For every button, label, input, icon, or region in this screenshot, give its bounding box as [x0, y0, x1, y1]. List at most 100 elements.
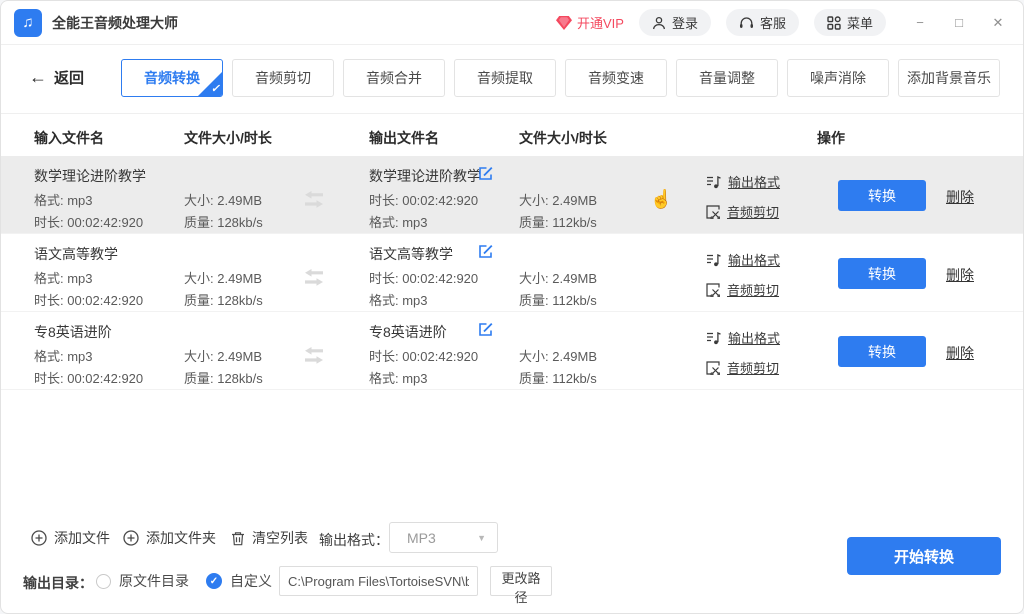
tab-add-bgm[interactable]: 添加背景音乐 [898, 59, 1000, 97]
input-format: 格式: mp3 [34, 346, 93, 365]
customer-service-button[interactable]: 客服 [726, 9, 799, 36]
app-window: ♫ 全能王音频处理大师 开通VIP 登录 [0, 0, 1024, 614]
input-duration: 时长: 00:02:42:920 [34, 368, 143, 387]
input-duration: 时长: 00:02:42:920 [34, 290, 143, 309]
change-path-button[interactable]: 更改路径 [490, 566, 552, 596]
convert-button[interactable]: 转换 [838, 180, 926, 211]
minimize-icon[interactable]: − [913, 15, 927, 30]
audio-cut-link-label: 音频剪切 [727, 202, 779, 221]
table-header: 输入文件名 文件大小/时长 输出文件名 文件大小/时长 操作 [1, 114, 1023, 156]
close-icon[interactable]: ✕ [991, 15, 1005, 31]
scissors-box-icon [706, 361, 720, 375]
format-select[interactable]: MP3 ▼ [389, 522, 498, 553]
delete-link[interactable]: 删除 [946, 265, 974, 285]
convert-button[interactable]: 转换 [838, 336, 926, 367]
tab-audio-extract[interactable]: 音频提取 [454, 59, 556, 97]
output-duration: 时长: 00:02:42:920 [369, 346, 478, 365]
tab-label: 音频转换 [144, 70, 200, 86]
input-file-name: 专8英语进阶 [34, 322, 112, 342]
audio-cut-link-label: 音频剪切 [727, 280, 779, 299]
input-format: 格式: mp3 [34, 268, 93, 287]
radio-original-label: 原文件目录 [119, 571, 189, 591]
output-quality: 质量: 112kb/s [519, 368, 597, 387]
chevron-down-icon: ▼ [477, 533, 486, 543]
col-input-name: 输入文件名 [34, 128, 104, 148]
audio-cut-link[interactable]: 音频剪切 [706, 202, 779, 221]
tab-audio-speed[interactable]: 音频变速 [565, 59, 667, 97]
input-file-name: 数学理论进阶教学 [34, 166, 146, 186]
table-row[interactable]: 数学理论进阶教学 格式: mp3 时长: 00:02:42:920 大小: 2.… [1, 156, 1023, 234]
grid-menu-icon [827, 16, 841, 30]
maximize-icon[interactable]: □ [952, 15, 966, 30]
delete-link[interactable]: 删除 [946, 187, 974, 207]
output-format-link[interactable]: 输出格式 [706, 172, 780, 191]
table-row[interactable]: 语文高等教学 格式: mp3 时长: 00:02:42:920 大小: 2.49… [1, 234, 1023, 312]
tab-bar: 音频转换 ✓ 音频剪切 音频合并 音频提取 音频变速 音量调整 噪声消除 添加背… [121, 59, 1000, 97]
window-controls: − □ ✕ [913, 15, 1005, 31]
tab-label: 添加背景音乐 [907, 70, 991, 86]
check-icon: ✓ [211, 82, 220, 96]
input-quality: 质量: 128kb/s [184, 212, 263, 231]
scissors-box-icon [706, 205, 720, 219]
input-quality: 质量: 128kb/s [184, 290, 263, 309]
trash-icon [231, 531, 245, 546]
tab-audio-merge[interactable]: 音频合并 [343, 59, 445, 97]
add-file-label: 添加文件 [54, 528, 110, 548]
col-output-size: 文件大小/时长 [519, 128, 607, 148]
convert-button[interactable]: 转换 [838, 258, 926, 289]
menu-label: 菜单 [847, 13, 873, 32]
vip-label: 开通VIP [577, 13, 624, 32]
tab-audio-convert[interactable]: 音频转换 ✓ [121, 59, 223, 97]
file-list: 数学理论进阶教学 格式: mp3 时长: 00:02:42:920 大小: 2.… [1, 156, 1023, 390]
music-note-list-icon [706, 331, 721, 345]
vip-button[interactable]: 开通VIP [556, 13, 624, 32]
audio-cut-link[interactable]: 音频剪切 [706, 280, 779, 299]
tab-label: 音频变速 [588, 70, 644, 86]
radio-original-dir[interactable]: 原文件目录 [96, 571, 189, 591]
edit-icon[interactable] [478, 166, 493, 181]
input-format: 格式: mp3 [34, 190, 93, 209]
edit-icon[interactable] [478, 244, 493, 259]
headset-icon [739, 16, 754, 30]
output-format: 格式: mp3 [369, 290, 428, 309]
clear-list-button[interactable]: 清空列表 [231, 528, 308, 548]
back-button[interactable]: ← 返回 [29, 67, 84, 88]
edit-icon[interactable] [478, 322, 493, 337]
input-size: 大小: 2.49MB [184, 190, 262, 209]
login-button[interactable]: 登录 [639, 9, 711, 36]
table-row[interactable]: 专8英语进阶 格式: mp3 时长: 00:02:42:920 大小: 2.49… [1, 312, 1023, 390]
add-file-button[interactable]: 添加文件 [31, 528, 110, 548]
delete-link[interactable]: 删除 [946, 343, 974, 363]
radio-unchecked-icon [96, 574, 111, 589]
mouse-hand-cursor-icon: ☝ [650, 189, 672, 210]
plus-circle-icon [123, 530, 139, 546]
add-folder-button[interactable]: 添加文件夹 [123, 528, 216, 548]
output-size: 大小: 2.49MB [519, 268, 597, 287]
output-file-name: 专8英语进阶 [369, 322, 447, 342]
audio-cut-link[interactable]: 音频剪切 [706, 358, 779, 377]
app-title: 全能王音频处理大师 [52, 13, 178, 33]
radio-custom-dir[interactable]: ✓ 自定义 [206, 571, 272, 591]
output-format-link[interactable]: 输出格式 [706, 328, 780, 347]
output-format-link-label: 输出格式 [728, 172, 780, 191]
user-icon [652, 16, 666, 30]
output-path-input[interactable] [279, 566, 478, 596]
gem-icon [556, 16, 572, 30]
swap-arrows-icon [304, 269, 324, 286]
menu-button[interactable]: 菜单 [814, 9, 886, 36]
tab-audio-cut[interactable]: 音频剪切 [232, 59, 334, 97]
back-arrow-icon: ← [29, 67, 47, 88]
output-format: 格式: mp3 [369, 212, 428, 231]
tab-label: 音频提取 [477, 70, 533, 86]
tab-label: 音频剪切 [255, 70, 311, 86]
tab-volume-adjust[interactable]: 音量调整 [676, 59, 778, 97]
login-label: 登录 [672, 13, 698, 32]
tab-noise-remove[interactable]: 噪声消除 [787, 59, 889, 97]
tab-label: 噪声消除 [810, 70, 866, 86]
format-select-value: MP3 [407, 530, 436, 546]
music-note-list-icon [706, 253, 721, 267]
tab-label: 音量调整 [699, 70, 755, 86]
start-convert-button[interactable]: 开始转换 [847, 537, 1001, 575]
output-format-link[interactable]: 输出格式 [706, 250, 780, 269]
swap-arrows-icon [304, 191, 324, 208]
